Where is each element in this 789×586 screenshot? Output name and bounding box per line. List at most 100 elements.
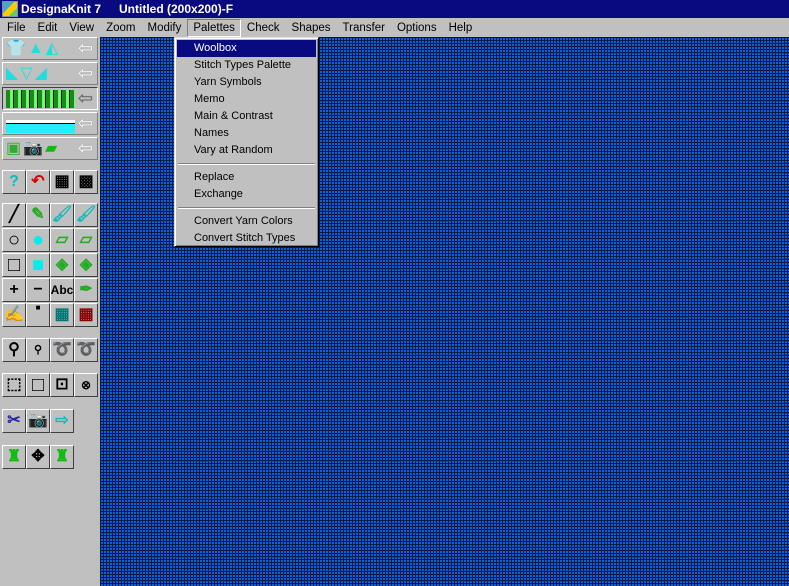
circles-cross-icon: ⊗ bbox=[80, 378, 92, 392]
eyedropper-icon: ✒ bbox=[79, 281, 93, 298]
garment-small-button[interactable]: ♜ bbox=[50, 445, 74, 469]
plus-icon: + bbox=[9, 281, 19, 298]
image-import-strip[interactable]: ▣ 📷 ▰ ⇦ bbox=[2, 137, 98, 160]
arrow-left-icon: ⇦ bbox=[77, 113, 93, 133]
undo-icon: ↶ bbox=[31, 173, 45, 190]
insert-tool[interactable]: + bbox=[2, 278, 26, 302]
zoom-in-button[interactable]: ⚲ bbox=[2, 338, 26, 362]
palettes-dropdown: Woolbox Stitch Types Palette Yarn Symbol… bbox=[174, 37, 319, 247]
help-button[interactable]: ? bbox=[2, 170, 26, 194]
menu-help[interactable]: Help bbox=[443, 19, 479, 37]
eraser-all-tool[interactable]: ▱ bbox=[74, 228, 98, 252]
zoom-out-button[interactable]: ⚲ bbox=[26, 338, 50, 362]
lasso-tool[interactable]: ➰ bbox=[50, 338, 74, 362]
line-tool[interactable]: ╱ bbox=[2, 203, 26, 227]
menu-item-replace[interactable]: Replace bbox=[177, 169, 316, 186]
grid-button[interactable]: ▦ bbox=[50, 170, 74, 194]
camera-icon: 📷 bbox=[23, 139, 44, 157]
vest-icon: ♜ bbox=[54, 448, 70, 465]
menu-item-stitch-types-palette[interactable]: Stitch Types Palette bbox=[177, 57, 316, 74]
filled-circle-tool[interactable]: ● bbox=[26, 228, 50, 252]
document-title: Untitled (200x200)-F bbox=[119, 2, 234, 16]
menu-check[interactable]: Check bbox=[241, 19, 286, 37]
symbol-grid-button[interactable]: ▩ bbox=[74, 170, 98, 194]
camera-icon: 📷 bbox=[28, 412, 48, 429]
picture-icon: ▣ bbox=[6, 139, 22, 157]
point-tool[interactable]: ■ bbox=[26, 303, 50, 327]
arrow-left-icon: ⇦ bbox=[77, 63, 93, 83]
text-icon: Abc bbox=[50, 283, 74, 297]
pattern-red-button[interactable]: ▦ bbox=[74, 303, 98, 327]
brush-tool[interactable]: 🖌 bbox=[50, 203, 74, 227]
menu-item-convert-yarn-colors[interactable]: Convert Yarn Colors bbox=[177, 213, 316, 230]
flip-tool[interactable]: ⊗ bbox=[74, 373, 98, 397]
dot-icon: ■ bbox=[35, 303, 41, 312]
fill-tool[interactable]: ◈ bbox=[50, 253, 74, 277]
fill-all-tool[interactable]: ◈ bbox=[74, 253, 98, 277]
menu-view[interactable]: View bbox=[63, 19, 100, 37]
circle-tool[interactable]: ○ bbox=[2, 228, 26, 252]
tablet-tool[interactable]: ✍ bbox=[2, 303, 26, 327]
capture-button[interactable]: 📷 bbox=[26, 409, 50, 433]
rectangle-select-tool[interactable]: □ bbox=[26, 373, 50, 397]
menu-separator bbox=[178, 207, 315, 209]
menu-item-exchange[interactable]: Exchange bbox=[177, 186, 316, 203]
lasso-multicolor-icon: ➰ bbox=[76, 341, 96, 358]
arrow-left-icon: ⇦ bbox=[77, 138, 93, 158]
paint-brush-tool[interactable]: 🖌 bbox=[74, 203, 98, 227]
garment-shapes-strip[interactable]: 👕 ▲ ◭ ⇦ bbox=[2, 37, 98, 60]
filled-rectangle-tool[interactable]: ■ bbox=[26, 253, 50, 277]
menu-separator bbox=[178, 163, 315, 165]
paste-button[interactable]: ⇨ bbox=[50, 409, 74, 433]
menu-item-memo[interactable]: Memo bbox=[177, 91, 316, 108]
pattern-teal-button[interactable]: ▦ bbox=[50, 303, 74, 327]
circle-filled-icon: ● bbox=[31, 229, 45, 251]
eraser-tool[interactable]: ▱ bbox=[50, 228, 74, 252]
paint-bucket-icon: ◈ bbox=[79, 256, 93, 273]
pencil-tool[interactable]: ✎ bbox=[26, 203, 50, 227]
multicolor-lasso-tool[interactable]: ➰ bbox=[74, 338, 98, 362]
magnifier-small-icon: ⚲ bbox=[33, 343, 43, 356]
stitch-pattern-strip[interactable]: ⇦ bbox=[2, 87, 98, 110]
menu-item-main-contrast[interactable]: Main & Contrast bbox=[177, 108, 316, 125]
line-icon: ╱ bbox=[9, 206, 19, 223]
menu-zoom[interactable]: Zoom bbox=[100, 19, 141, 37]
undo-button[interactable]: ↶ bbox=[26, 170, 50, 194]
app-icon bbox=[2, 1, 18, 17]
shape-pieces-strip[interactable]: ◣ ▽ ◢ ⇦ bbox=[2, 62, 98, 85]
menu-item-vary-at-random[interactable]: Vary at Random bbox=[177, 142, 316, 159]
menu-transfer[interactable]: Transfer bbox=[337, 19, 391, 37]
title-bar: DesignaKnit 7 Untitled (200x200)-F bbox=[0, 0, 789, 18]
knitting-machine-strip[interactable]: ⇦ bbox=[2, 112, 98, 135]
menu-options[interactable]: Options bbox=[391, 19, 443, 37]
files-icon: ▰ bbox=[45, 139, 58, 157]
menu-item-convert-stitch-types[interactable]: Convert Stitch Types bbox=[177, 230, 316, 247]
square-outline-icon: □ bbox=[31, 374, 45, 396]
cut-button[interactable]: ✂ bbox=[2, 409, 26, 433]
garment-view-button[interactable]: ♜ bbox=[2, 445, 26, 469]
paint-bucket-icon: ◈ bbox=[55, 256, 69, 273]
move-garment-button[interactable]: ✥ bbox=[26, 445, 50, 469]
menu-item-yarn-symbols[interactable]: Yarn Symbols bbox=[177, 74, 316, 91]
menu-shapes[interactable]: Shapes bbox=[286, 19, 337, 37]
select-tool[interactable]: ⬚ bbox=[2, 373, 26, 397]
menu-palettes[interactable]: Palettes bbox=[187, 18, 241, 37]
rectangle-tool[interactable]: □ bbox=[2, 253, 26, 277]
text-tool[interactable]: Abc bbox=[50, 278, 74, 302]
checker-pattern-icon: ▦ bbox=[54, 306, 70, 323]
eyedropper-tool[interactable]: ✒ bbox=[74, 278, 98, 302]
menu-edit[interactable]: Edit bbox=[32, 19, 64, 37]
brush-icon: 🖌 bbox=[51, 206, 73, 223]
symbol-grid-icon: ▩ bbox=[78, 173, 94, 190]
vest-icon: ♜ bbox=[6, 448, 22, 465]
menu-item-woolbox[interactable]: Woolbox bbox=[177, 40, 316, 57]
menu-file[interactable]: File bbox=[1, 19, 32, 37]
eraser-icon: ▱ bbox=[55, 231, 69, 248]
center-select-tool[interactable]: ⊡ bbox=[50, 373, 74, 397]
delete-tool[interactable]: − bbox=[26, 278, 50, 302]
menu-modify[interactable]: Modify bbox=[141, 19, 187, 37]
lasso-icon: ➰ bbox=[52, 341, 72, 358]
menu-item-names[interactable]: Names bbox=[177, 125, 316, 142]
eraser-icon: ▱ bbox=[79, 231, 93, 248]
paste-icon: ⇨ bbox=[55, 412, 69, 429]
